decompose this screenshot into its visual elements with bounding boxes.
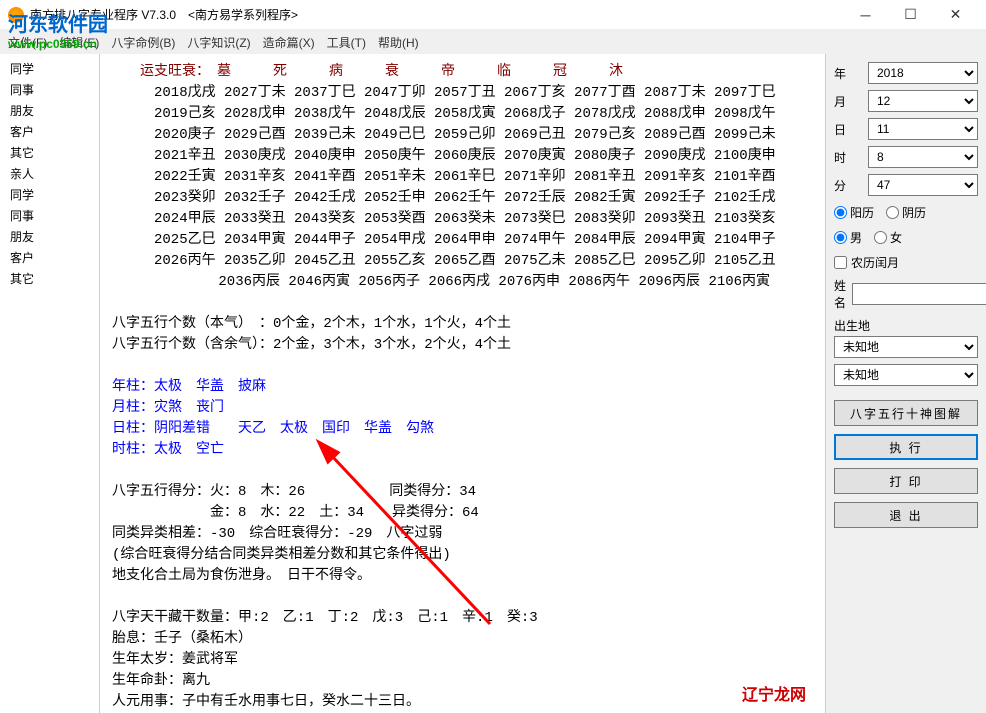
- leap-checkbox[interactable]: [834, 256, 847, 269]
- minute-select[interactable]: 47: [868, 174, 978, 196]
- titlebar: 南方排八字专业程序 V7.3.0 <南方易学系列程序> ─ ☐ ✕: [0, 0, 986, 30]
- menubar: 文件(F) 编辑(E) 八字命例(B) 八字知识(Z) 造命篇(X) 工具(T)…: [0, 30, 986, 54]
- exit-button[interactable]: 退 出: [834, 502, 978, 528]
- city-select[interactable]: 未知地: [834, 364, 978, 386]
- right-panel: 年 2018 月 12 日 11 时 8 分 47 阳历 阴历 男 女: [826, 54, 986, 713]
- year-select[interactable]: 2018: [868, 62, 978, 84]
- sidebar-item[interactable]: 亲人: [4, 163, 95, 184]
- score-line: (综合旺衰得分结合同类异类相差分数和其它条件得出): [112, 545, 813, 566]
- maximize-button[interactable]: ☐: [888, 1, 933, 29]
- month-label: 月: [834, 93, 862, 110]
- score-line: 同类异类相差：-30 综合旺衰得分：-29 八字过弱: [112, 524, 813, 545]
- sidebar-item[interactable]: 同学: [4, 58, 95, 79]
- chart-button[interactable]: 八字五行十神图解: [834, 400, 978, 426]
- province-select[interactable]: 未知地: [834, 336, 978, 358]
- solar-radio[interactable]: 阳历: [834, 204, 874, 221]
- sidebar-item[interactable]: 同事: [4, 79, 95, 100]
- sidebar-item[interactable]: 其它: [4, 268, 95, 289]
- header-row: 运支旺衰： 墓 死 病 衰 帝 临 冠 沐: [112, 62, 813, 83]
- lunar-radio[interactable]: 阴历: [886, 204, 926, 221]
- year-row: 2019己亥 2028戊申 2038戊午 2048戊辰 2058戊寅 2068戊…: [112, 104, 813, 125]
- year-row: 2024甲辰 2033癸丑 2043癸亥 2053癸酉 2063癸未 2073癸…: [112, 209, 813, 230]
- wuxing-count-2: 八字五行个数（含余气）：2个金，3个木，3个水，2个火，4个土: [112, 335, 813, 356]
- menu-baziming[interactable]: 八字命例(B): [111, 34, 175, 51]
- month-select[interactable]: 12: [868, 90, 978, 112]
- year-row: 2020庚子 2029己酉 2039己未 2049己巳 2059己卯 2069己…: [112, 125, 813, 146]
- minimize-button[interactable]: ─: [843, 1, 888, 29]
- day-select[interactable]: 11: [868, 118, 978, 140]
- birthplace-label: 出生地: [834, 317, 978, 334]
- sidebar-item[interactable]: 其它: [4, 142, 95, 163]
- sidebar-item[interactable]: 客户: [4, 247, 95, 268]
- year-label: 年: [834, 65, 862, 82]
- sidebar-item[interactable]: 同学: [4, 184, 95, 205]
- taixi-line: 胎息：壬子（桑柘木）: [112, 629, 813, 650]
- score-line: 金：8 水：22 土：34 异类得分：64: [112, 503, 813, 524]
- print-button[interactable]: 打 印: [834, 468, 978, 494]
- window-title: 南方排八字专业程序 V7.3.0 <南方易学系列程序>: [30, 6, 843, 23]
- sidebar: 同学 同事 朋友 客户 其它 亲人 同学 同事 朋友 客户 其它: [0, 54, 100, 713]
- year-row: 2026丙午 2035乙卯 2045乙丑 2055乙亥 2065乙酉 2075乙…: [112, 251, 813, 272]
- pillar-hour: 时柱：太极 空亡: [112, 440, 813, 461]
- minute-label: 分: [834, 177, 862, 194]
- leap-label: 农历闰月: [851, 254, 899, 271]
- pillar-day: 日柱：阴阳差错 天乙 太极 国印 华盖 勾煞: [112, 419, 813, 440]
- male-radio[interactable]: 男: [834, 229, 862, 246]
- menu-zaoming[interactable]: 造命篇(X): [263, 34, 315, 51]
- score-line: 八字五行得分：火：8 木：26 同类得分：34: [112, 482, 813, 503]
- year-row: 2021辛丑 2030庚戌 2040庚申 2050庚午 2060庚辰 2070庚…: [112, 146, 813, 167]
- name-input[interactable]: [852, 283, 986, 305]
- menu-edit[interactable]: 编辑(E): [59, 34, 99, 51]
- year-row: 2018戊戌 2027丁未 2037丁巳 2047丁卯 2057丁丑 2067丁…: [112, 83, 813, 104]
- menu-file[interactable]: 文件(F): [8, 34, 47, 51]
- sidebar-item[interactable]: 同事: [4, 205, 95, 226]
- day-label: 日: [834, 121, 862, 138]
- wuxing-count-1: 八字五行个数（本气） ：0个金，2个木，1个水，1个火，4个土: [112, 314, 813, 335]
- tiangan-line: 八字天干藏干数量：甲:2 乙:1 丁:2 戊:3 己:1 辛:1 癸:3: [112, 608, 813, 629]
- content-area: 运支旺衰： 墓 死 病 衰 帝 临 冠 沐 2018戊戌 2027丁未 2037…: [100, 54, 826, 713]
- hour-select[interactable]: 8: [868, 146, 978, 168]
- name-label: 姓名: [834, 277, 846, 311]
- minggua-line: 生年命卦：离九: [112, 671, 813, 692]
- taisui-line: 生年太岁：姜武将军: [112, 650, 813, 671]
- sidebar-item[interactable]: 朋友: [4, 100, 95, 121]
- app-icon: [8, 7, 24, 23]
- menu-bazizhi[interactable]: 八字知识(Z): [187, 34, 250, 51]
- score-line: 地支化合土局为食伤泄身。 日干不得令。: [112, 566, 813, 587]
- year-row: 2036丙辰 2046丙寅 2056丙子 2066丙戌 2076丙申 2086丙…: [112, 272, 813, 293]
- year-row: 2025乙巳 2034甲寅 2044甲子 2054甲戌 2064甲申 2074甲…: [112, 230, 813, 251]
- female-radio[interactable]: 女: [874, 229, 902, 246]
- pillar-year: 年柱：太极 华盖 披麻: [112, 377, 813, 398]
- close-button[interactable]: ✕: [933, 1, 978, 29]
- hour-label: 时: [834, 149, 862, 166]
- menu-help[interactable]: 帮助(H): [378, 34, 419, 51]
- sidebar-item[interactable]: 客户: [4, 121, 95, 142]
- renyuan-line: 人元用事：子中有壬水用事七日，癸水二十三日。: [112, 692, 813, 713]
- year-row: 2023癸卯 2032壬子 2042壬戌 2052壬申 2062壬午 2072壬…: [112, 188, 813, 209]
- year-row: 2022壬寅 2031辛亥 2041辛酉 2051辛未 2061辛巳 2071辛…: [112, 167, 813, 188]
- run-button[interactable]: 执 行: [834, 434, 978, 460]
- menu-tool[interactable]: 工具(T): [327, 34, 366, 51]
- sidebar-item[interactable]: 朋友: [4, 226, 95, 247]
- pillar-month: 月柱：灾煞 丧门: [112, 398, 813, 419]
